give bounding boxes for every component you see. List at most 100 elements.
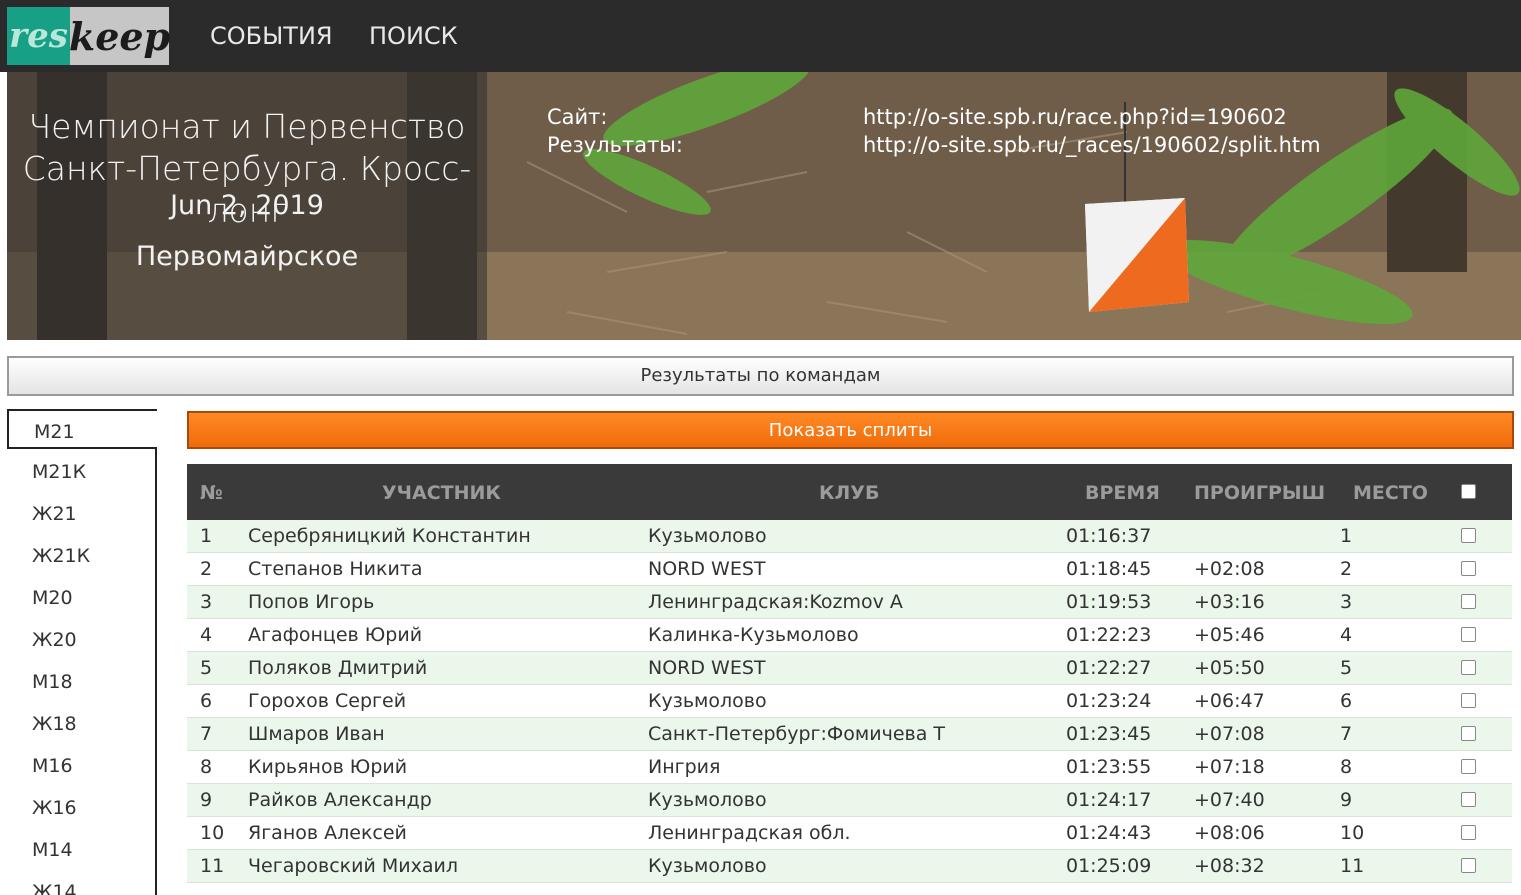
table-row[interactable]: 10 Яганов Алексей Ленинградская обл. 01:24:…: [187, 817, 1512, 850]
row-select-checkbox[interactable]: [1461, 825, 1476, 840]
row-place: 6: [1340, 690, 1353, 712]
row-num: 8: [200, 756, 213, 778]
class-tab-w21k[interactable]: Ж21К: [7, 535, 155, 575]
row-select-checkbox[interactable]: [1461, 528, 1476, 543]
header-place[interactable]: МЕСТО: [1353, 464, 1428, 522]
table-row[interactable]: 11 Чегаровский Михаил Кузьмолово 01:25:09 +0…: [187, 850, 1512, 883]
row-participant: Кирьянов Юрий: [248, 756, 408, 778]
header-club[interactable]: КЛУБ: [819, 464, 879, 522]
row-place: 1: [1340, 525, 1353, 547]
reskeep-logo[interactable]: res keep: [7, 7, 170, 65]
row-participant: Серебряницкий Константин: [248, 525, 531, 547]
row-place: 2: [1340, 558, 1353, 580]
row-participant: Шмаров Иван: [248, 723, 385, 745]
results-link[interactable]: http://o-site.spb.ru/_races/190602/split…: [863, 133, 1321, 157]
class-tab-w14[interactable]: Ж14: [7, 871, 155, 895]
class-tab-m21[interactable]: М21: [7, 409, 157, 449]
row-num: 1: [200, 525, 213, 547]
table-body: 1 Серебряницкий Константин Кузьмолово 01:16…: [187, 520, 1512, 883]
row-place: 7: [1340, 723, 1353, 745]
row-select-checkbox[interactable]: [1461, 858, 1476, 873]
row-participant: Поляков Дмитрий: [248, 657, 428, 679]
row-club: Кузьмолово: [648, 525, 767, 547]
header-time[interactable]: ВРЕМЯ: [1085, 464, 1160, 522]
row-place: 3: [1340, 591, 1353, 613]
table-row[interactable]: 6 Горохов Сергей Кузьмолово 01:23:24 +06:47 6: [187, 685, 1512, 718]
row-num: 6: [200, 690, 213, 712]
row-participant: Горохов Сергей: [248, 690, 407, 712]
class-tab-w20[interactable]: Ж20: [7, 619, 155, 659]
row-num: 11: [200, 855, 225, 877]
row-num: 10: [200, 822, 225, 844]
row-num: 4: [200, 624, 213, 646]
row-time: 01:23:45: [1066, 723, 1152, 745]
row-place: 8: [1340, 756, 1353, 778]
nav-search-link[interactable]: ПОИСК: [369, 0, 458, 72]
header-participant[interactable]: УЧАСТНИК: [382, 464, 501, 522]
event-date: Jun 2, 2019: [170, 190, 324, 221]
row-loss: +05:50: [1194, 657, 1265, 679]
row-time: 01:25:09: [1066, 855, 1152, 877]
table-row[interactable]: 1 Серебряницкий Константин Кузьмолово 01:16…: [187, 520, 1512, 553]
row-club: Кузьмолово: [648, 690, 767, 712]
row-time: 01:23:24: [1066, 690, 1152, 712]
row-place: 5: [1340, 657, 1353, 679]
row-loss: +07:40: [1194, 789, 1265, 811]
row-loss: +02:08: [1194, 558, 1265, 580]
table-row[interactable]: 3 Попов Игорь Ленинградская:Kozmov A 01:19:…: [187, 586, 1512, 619]
class-tab-w21[interactable]: Ж21: [7, 493, 155, 533]
table-row[interactable]: 2 Степанов Никита NORD WEST 01:18:45 +02:08 2: [187, 553, 1512, 586]
row-participant: Райков Александр: [248, 789, 432, 811]
row-select-checkbox[interactable]: [1461, 627, 1476, 642]
row-num: 2: [200, 558, 213, 580]
row-num: 7: [200, 723, 213, 745]
event-place: Первомайрское: [135, 241, 359, 272]
logo-res: res: [7, 7, 70, 65]
row-select-checkbox[interactable]: [1461, 660, 1476, 675]
select-all-checkbox[interactable]: [1461, 484, 1476, 499]
table-row[interactable]: 9 Райков Александр Кузьмолово 01:24:17 +07:4…: [187, 784, 1512, 817]
class-tab-m20[interactable]: М20: [7, 577, 155, 617]
site-label: Сайт:: [547, 105, 608, 129]
row-loss: +08:32: [1194, 855, 1265, 877]
show-splits-button[interactable]: Показать сплиты: [187, 411, 1514, 449]
row-time: 01:22:23: [1066, 624, 1152, 646]
class-tab-w18[interactable]: Ж18: [7, 703, 155, 743]
header-num[interactable]: №: [200, 464, 223, 522]
row-loss: +07:18: [1194, 756, 1265, 778]
row-select-checkbox[interactable]: [1461, 561, 1476, 576]
table-row[interactable]: 5 Поляков Дмитрий NORD WEST 01:22:27 +05:50 5: [187, 652, 1512, 685]
row-time: 01:16:37: [1066, 525, 1152, 547]
table-header: № УЧАСТНИК КЛУБ ВРЕМЯ ПРОИГРЫШ МЕСТО: [187, 464, 1512, 520]
class-tab-m14[interactable]: М14: [7, 829, 155, 869]
class-tab-m21k[interactable]: М21К: [7, 451, 155, 491]
row-loss: +05:46: [1194, 624, 1265, 646]
row-club: NORD WEST: [648, 558, 766, 580]
row-select-checkbox[interactable]: [1461, 792, 1476, 807]
row-select-checkbox[interactable]: [1461, 759, 1476, 774]
row-select-checkbox[interactable]: [1461, 693, 1476, 708]
class-tab-m16[interactable]: М16: [7, 745, 155, 785]
row-select-checkbox[interactable]: [1461, 594, 1476, 609]
header-loss[interactable]: ПРОИГРЫШ: [1194, 464, 1325, 522]
row-club: Ленинградская:Kozmov A: [648, 591, 903, 613]
nav-events-link[interactable]: СОБЫТИЯ: [210, 0, 333, 72]
table-row[interactable]: 4 Агафонцев Юрий Калинка-Кузьмолово 01:22:2…: [187, 619, 1512, 652]
row-place: 10: [1340, 822, 1365, 844]
row-place: 4: [1340, 624, 1353, 646]
row-time: 01:23:55: [1066, 756, 1152, 778]
row-loss: +06:47: [1194, 690, 1265, 712]
row-participant: Агафонцев Юрий: [248, 624, 423, 646]
row-time: 01:24:43: [1066, 822, 1152, 844]
row-time: 01:19:53: [1066, 591, 1152, 613]
class-tab-m18[interactable]: М18: [7, 661, 155, 701]
team-results-button[interactable]: Результаты по командам: [7, 356, 1514, 396]
row-time: 01:24:17: [1066, 789, 1152, 811]
row-club: Кузьмолово: [648, 855, 767, 877]
class-tab-w16[interactable]: Ж16: [7, 787, 155, 827]
table-row[interactable]: 8 Кирьянов Юрий Ингрия 01:23:55 +07:18 8: [187, 751, 1512, 784]
table-row[interactable]: 7 Шмаров Иван Санкт-Петербург:Фомичева Т 01…: [187, 718, 1512, 751]
event-info-panel: Чемпионат и Первенство Санкт-Петербурга.…: [7, 72, 487, 340]
site-link[interactable]: http://o-site.spb.ru/race.php?id=190602: [863, 105, 1287, 129]
row-select-checkbox[interactable]: [1461, 726, 1476, 741]
